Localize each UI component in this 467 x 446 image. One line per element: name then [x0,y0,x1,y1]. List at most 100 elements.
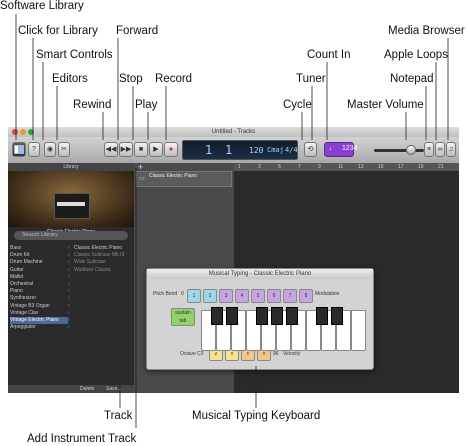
library-row[interactable]: Vintage Clav › [8,310,134,317]
callout-count-in: Count In [307,49,351,61]
piano-black-key[interactable] [271,307,283,325]
cycle-icon: ⟲ [307,146,314,153]
library-row[interactable]: Guitar › Wurlitzer Classic [8,267,134,274]
library-category[interactable]: Synthesizer [10,295,36,302]
callout-stop: Stop [119,73,143,85]
library-category[interactable]: Vintage B3 Organ [10,303,50,310]
chevron-right-icon: › [68,288,70,295]
smart-controls-button[interactable]: ◉ [44,142,56,157]
cycle-button[interactable]: ⟲ [304,142,317,157]
library-category[interactable]: Vintage Clav [10,310,38,317]
library-patch[interactable]: Wurlitzer Classic [74,267,111,274]
library-category[interactable]: Guitar [10,267,24,274]
forward-button[interactable]: ▶▶ [119,142,133,157]
chevron-right-icon: › [68,266,70,273]
typing-key[interactable]: 7 [283,289,297,303]
add-instrument-track-button[interactable]: + [138,163,143,172]
callout-rewind: Rewind [73,99,112,111]
stop-icon: ■ [138,146,144,153]
record-button[interactable]: ● [164,142,178,157]
typing-key[interactable]: 2 [203,289,217,303]
library-pane: Library Classic Electric Piano Search Li… [8,163,134,393]
chevron-right-icon: › [68,245,70,251]
delete-button[interactable]: Delete [80,385,94,393]
chevron-right-icon: › [68,302,70,309]
library-patch[interactable]: Classic Suitcase Mk III [74,252,124,259]
lcd-beat: 1 [225,143,233,157]
typing-key[interactable]: 3 [219,289,233,303]
play-button[interactable]: ▶ [149,142,163,157]
library-category[interactable]: Drum Machine [10,259,43,266]
piano-black-key[interactable] [331,307,343,325]
callout-editors: Editors [52,73,88,85]
lcd-display[interactable]: 1 1 120 Cmaj 4/4 [182,140,298,160]
apple-loops-button[interactable]: ∞ [435,142,445,157]
musical-typing-title: Musical Typing - Classic Electric Piano [147,269,373,279]
typing-key[interactable]: 1 [187,289,201,303]
library-row[interactable]: Synthesizer › [8,295,134,302]
chevron-right-icon: › [68,259,70,266]
track-header[interactable]: ▭ Classic Electric Piano [136,171,232,187]
save-button[interactable]: Save... [106,385,122,393]
library-category[interactable]: Orchestral [10,281,33,288]
library-row[interactable]: Piano › [8,288,134,295]
pitch-bend-label: Pitch Bend [153,291,178,297]
library-category[interactable]: Bass [10,245,21,252]
library-category[interactable]: Arpeggiator [10,324,36,331]
rewind-button[interactable]: ◀◀ [104,142,118,157]
piano-black-key[interactable] [286,307,298,325]
library-row[interactable]: Arpeggiator › [8,324,134,331]
library-patch[interactable]: Classic Electric Piano [74,245,122,252]
control-bar: ? ◉ ✂ ◀◀ ▶▶ ■ ▶ ● 1 1 120 Cmaj 4/4 ⟲ ♩ 1… [8,137,459,163]
media-browser-button[interactable]: ♫ [446,142,456,157]
library-row[interactable]: Bass › Classic Electric Piano [8,245,134,252]
typing-key[interactable]: 8 [299,289,313,303]
notepad-icon: ≡ [426,146,432,153]
loop-icon: ∞ [437,146,443,153]
musical-typing-window: Musical Typing - Classic Electric Piano … [146,268,374,370]
title-bar: Untitled - Tracks [8,127,459,137]
library-category[interactable]: Vintage Electric Piano [10,316,68,325]
master-volume-slider[interactable] [374,149,424,152]
library-category[interactable]: Drum Kit [10,252,29,259]
library-row[interactable]: Vintage B3 Organ › [8,303,134,310]
piano-black-key[interactable] [316,307,328,325]
count-in-icon[interactable]: 1234 [342,145,358,152]
piano-black-key[interactable] [256,307,268,325]
rewind-icon: ◀◀ [105,146,117,153]
typing-key[interactable]: 6 [267,289,281,303]
ruler[interactable]: 1 3 5 7 9 11 13 15 17 19 21 [234,163,459,171]
callout-track: Track [104,410,133,422]
notepad-button[interactable]: ≡ [424,142,434,157]
library-patch[interactable]: Wide Suitcase [74,259,106,266]
library-row[interactable]: Vintage Electric Piano › [8,316,134,325]
master-volume-knob[interactable] [406,145,416,155]
library-category[interactable]: Piano [10,288,23,295]
lcd-signature: 4/4 [285,146,298,154]
library-search-input[interactable]: Search Library [14,231,128,240]
tuner-icon[interactable]: ♩ [329,145,336,152]
typing-key[interactable]: 5 [251,289,265,303]
chevron-right-icon: › [68,295,70,302]
ruler-bar-number: 7 [298,164,301,170]
library-list: Bass › Classic Electric Piano Drum Kit › Clas… [8,245,134,331]
library-category[interactable]: Mallet [10,274,23,281]
chevron-right-icon: › [68,280,70,287]
library-button[interactable] [12,142,26,157]
piano-white-key[interactable] [351,310,366,351]
callout-notepad: Notepad [390,73,434,85]
quick-help-button[interactable]: ? [28,142,40,157]
stop-button[interactable]: ■ [134,142,148,157]
library-row[interactable]: Orchestral › [8,281,134,288]
library-row[interactable]: Drum Kit › Classic Suitcase Mk III [8,252,134,259]
library-row[interactable]: Mallet › [8,274,134,281]
sustain-key[interactable]: sustain tab [171,308,195,326]
tuner-count-in-buttons[interactable]: ♩ 1234 [324,142,358,157]
keyboard-icon: ▭ [139,176,145,182]
piano-black-key[interactable] [226,307,238,325]
library-row[interactable]: Drum Machine › Wide Suitcase [8,259,134,266]
piano-black-key[interactable] [211,307,223,325]
typing-key[interactable]: 4 [235,289,249,303]
editors-button[interactable]: ✂ [58,142,70,157]
knob-icon: ◉ [46,146,54,153]
